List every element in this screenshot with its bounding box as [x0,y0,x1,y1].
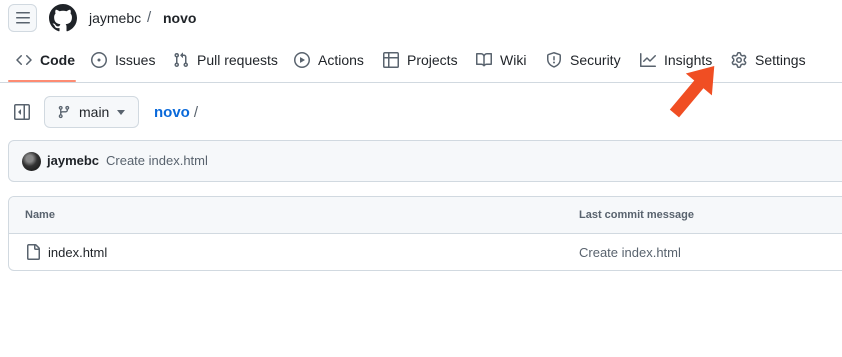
table-icon [383,52,399,68]
repo-link[interactable]: novo [163,10,196,26]
tab-label: Pull requests [197,52,278,68]
tab-pull-requests[interactable]: Pull requests [173,51,278,69]
file-toolbar: main novo / [0,84,842,140]
tab-label: Projects [407,52,458,68]
branch-name: main [79,104,110,120]
hamburger-icon [15,12,30,24]
tab-label: Actions [318,52,364,68]
top-bar: jaymebc / novo [0,0,842,36]
column-header-message: Last commit message [579,209,694,221]
sidebar-expand-icon[interactable] [14,104,30,120]
github-logo-icon[interactable] [49,4,77,32]
column-header-name: Name [25,209,55,221]
play-icon [294,52,310,68]
tab-projects[interactable]: Projects [383,51,458,69]
selected-tab-underline [8,80,76,82]
table-row[interactable]: index.html Create index.html [9,234,842,270]
tab-code[interactable]: Code [16,51,75,69]
owner-link[interactable]: jaymebc [89,10,141,26]
issue-icon [91,52,107,68]
file-commit-message-link[interactable]: Create index.html [579,245,681,260]
path-separator: / [193,104,199,121]
git-branch-icon [58,105,70,119]
menu-button[interactable] [8,4,37,32]
file-table-header: Name Last commit message [9,197,842,234]
tab-label: Settings [755,52,806,68]
file-path-breadcrumb: novo / [154,104,198,121]
file-name-link[interactable]: index.html [48,245,107,260]
caret-down-icon [117,110,125,115]
code-icon [16,55,32,65]
tab-actions[interactable]: Actions [294,51,364,69]
breadcrumb-separator: / [147,9,152,26]
tab-wiki[interactable]: Wiki [476,51,526,69]
gear-icon [731,52,747,68]
tab-label: Code [40,52,75,68]
tab-security[interactable]: Security [546,51,621,69]
commit-message-link[interactable]: Create index.html [106,153,208,168]
avatar[interactable] [22,152,41,171]
tab-label: Wiki [500,52,527,68]
branch-select-button[interactable]: main [44,96,139,128]
tab-label: Security [570,52,621,68]
shield-icon [547,52,561,68]
tab-label: Issues [115,52,156,68]
pull-request-icon [174,52,189,68]
file-table: Name Last commit message index.html Crea… [8,196,842,271]
book-icon [476,52,492,67]
graph-icon [640,53,656,67]
tab-issues[interactable]: Issues [91,51,155,69]
latest-commit-box: jaymebc Create index.html [8,140,842,182]
path-repo-link[interactable]: novo [154,104,190,121]
tab-settings[interactable]: Settings [731,51,806,69]
file-icon [27,244,40,260]
commit-author-link[interactable]: jaymebc [47,153,99,168]
